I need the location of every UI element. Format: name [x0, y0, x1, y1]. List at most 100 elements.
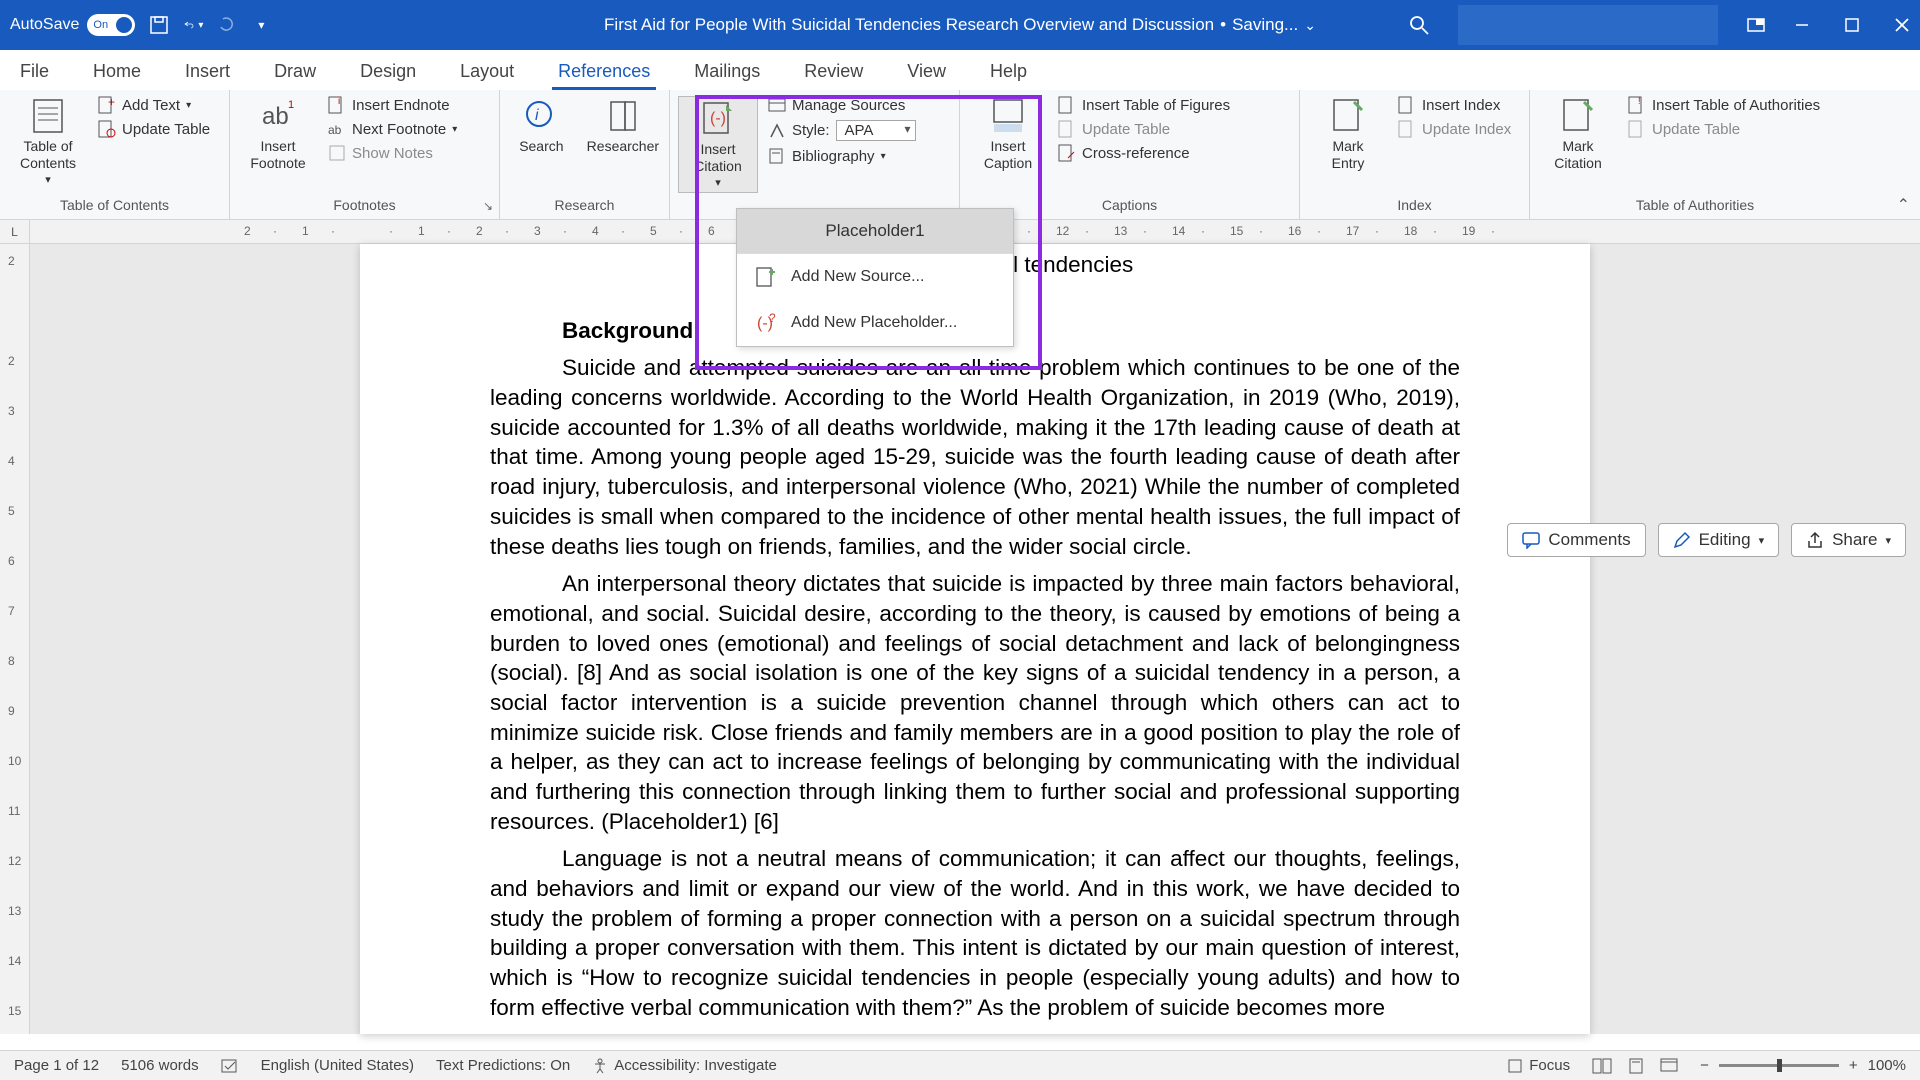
- tab-review[interactable]: Review: [798, 55, 869, 90]
- ribbon-display-icon[interactable]: [1746, 15, 1766, 35]
- collapse-ribbon-icon[interactable]: ⌃: [1897, 195, 1910, 215]
- add-new-source-item[interactable]: Add New Source...: [737, 254, 1013, 300]
- zoom-thumb[interactable]: [1777, 1059, 1782, 1072]
- tab-design[interactable]: Design: [354, 55, 422, 90]
- search-button[interactable]: i Search: [508, 96, 575, 155]
- style-icon: [768, 122, 786, 140]
- user-account[interactable]: [1458, 5, 1718, 45]
- tab-home[interactable]: Home: [87, 55, 147, 90]
- word-count[interactable]: 5106 words: [121, 1057, 199, 1074]
- chevron-down-icon[interactable]: ⌄: [1304, 17, 1316, 34]
- autosave-switch[interactable]: On: [87, 14, 135, 36]
- spellcheck-icon[interactable]: [221, 1057, 239, 1075]
- document-viewport[interactable]: First a de 1) suicidal tendencies Backgr…: [30, 244, 1920, 1034]
- document-title[interactable]: First Aid for People With Suicidal Tende…: [604, 15, 1316, 35]
- web-layout-icon[interactable]: [1660, 1058, 1678, 1074]
- editing-mode-button[interactable]: Editing ▾: [1658, 523, 1780, 557]
- show-notes-icon: [328, 144, 346, 162]
- tab-draw[interactable]: Draw: [268, 55, 322, 90]
- cross-reference-button[interactable]: Cross-reference: [1058, 144, 1230, 162]
- zoom-out-icon[interactable]: −: [1700, 1057, 1709, 1074]
- search-icon[interactable]: [1408, 14, 1430, 36]
- zoom-in-icon[interactable]: +: [1849, 1057, 1858, 1074]
- comment-icon: [1522, 531, 1540, 549]
- qat-customize-icon[interactable]: ▾: [251, 15, 271, 35]
- body-paragraph[interactable]: Suicide and attempted suicides are an al…: [490, 353, 1460, 561]
- update-icon: [1058, 120, 1076, 138]
- text-predictions-status[interactable]: Text Predictions: On: [436, 1057, 570, 1074]
- focus-mode-button[interactable]: Focus: [1507, 1057, 1570, 1074]
- maximize-icon[interactable]: [1844, 17, 1860, 33]
- insert-citation-menu: Placeholder1 Add New Source... (-)? Add …: [736, 208, 1014, 347]
- undo-icon[interactable]: ▾: [183, 15, 203, 35]
- body-paragraph[interactable]: Language is not a neutral means of commu…: [490, 844, 1460, 1022]
- tab-view[interactable]: View: [901, 55, 952, 90]
- next-footnote-button[interactable]: abNext Footnote▾: [328, 120, 457, 138]
- citation-placeholder-item[interactable]: Placeholder1: [737, 209, 1013, 253]
- tab-selector[interactable]: L: [0, 220, 30, 243]
- pencil-icon: [1673, 531, 1691, 549]
- mark-citation-button[interactable]: Mark Citation: [1538, 96, 1618, 172]
- group-label-toc: Table of Contents: [8, 195, 221, 217]
- page-count[interactable]: Page 1 of 12: [14, 1057, 99, 1074]
- update-toc-button[interactable]: Update Table: [98, 120, 210, 138]
- print-layout-icon[interactable]: [1628, 1058, 1644, 1074]
- researcher-button[interactable]: Researcher: [585, 96, 661, 155]
- autosave-toggle[interactable]: AutoSave On: [10, 14, 135, 36]
- share-icon: [1806, 531, 1824, 549]
- tab-mailings[interactable]: Mailings: [688, 55, 766, 90]
- references-ribbon: Table of Contents▾ +Add Text▾ Update Tab…: [0, 90, 1920, 220]
- svg-text:i: i: [338, 96, 340, 107]
- mark-citation-icon: [1558, 96, 1598, 136]
- footnotes-launcher-icon[interactable]: ↘: [483, 199, 493, 213]
- svg-text:ab: ab: [262, 103, 289, 130]
- tof-icon: [1058, 96, 1076, 114]
- close-icon[interactable]: [1894, 17, 1910, 33]
- table-of-contents-button[interactable]: Table of Contents▾: [8, 96, 88, 187]
- update-table-icon: [98, 120, 116, 138]
- add-text-button[interactable]: +Add Text▾: [98, 96, 210, 114]
- show-notes-button: Show Notes: [328, 144, 457, 162]
- mark-entry-button[interactable]: Mark Entry: [1308, 96, 1388, 172]
- tab-file[interactable]: File: [14, 55, 55, 90]
- tab-layout[interactable]: Layout: [454, 55, 520, 90]
- accessibility-icon: [592, 1058, 608, 1074]
- citation-style-select[interactable]: Style: APA: [768, 120, 916, 141]
- share-button[interactable]: Share ▾: [1791, 523, 1906, 557]
- body-paragraph[interactable]: An interpersonal theory dictates that su…: [490, 569, 1460, 836]
- insert-toa-button[interactable]: !Insert Table of Authorities: [1628, 96, 1820, 114]
- zoom-value[interactable]: 100%: [1868, 1057, 1906, 1074]
- accessibility-status[interactable]: Accessibility: Investigate: [592, 1057, 777, 1074]
- endnote-icon: i: [328, 96, 346, 114]
- document-page[interactable]: First a de 1) suicidal tendencies Backgr…: [360, 244, 1590, 1034]
- bibliography-button[interactable]: Bibliography▾: [768, 147, 916, 165]
- read-mode-icon[interactable]: [1592, 1058, 1612, 1074]
- save-icon[interactable]: [149, 15, 169, 35]
- insert-endnote-button[interactable]: iInsert Endnote: [328, 96, 457, 114]
- update-toa-button: Update Table: [1628, 120, 1820, 138]
- insert-caption-button[interactable]: Insert Caption: [968, 96, 1048, 172]
- language-status[interactable]: English (United States): [261, 1057, 414, 1074]
- add-new-placeholder-item[interactable]: (-)? Add New Placeholder...: [737, 300, 1013, 346]
- comments-button[interactable]: Comments: [1507, 523, 1645, 557]
- manage-sources-button[interactable]: Manage Sources: [768, 96, 916, 114]
- group-label-index: Index: [1308, 195, 1521, 217]
- insert-citation-button[interactable]: (-) Insert Citation▾: [678, 96, 758, 193]
- tab-references[interactable]: References: [552, 55, 656, 90]
- style-combo[interactable]: APA: [836, 120, 916, 141]
- minimize-icon[interactable]: [1794, 17, 1810, 33]
- insert-footnote-button[interactable]: ab1 Insert Footnote: [238, 96, 318, 172]
- tab-help[interactable]: Help: [984, 55, 1033, 90]
- insert-index-button[interactable]: Insert Index: [1398, 96, 1511, 114]
- svg-text:+: +: [108, 96, 115, 109]
- update-tof-button: Update Table: [1058, 120, 1230, 138]
- tab-insert[interactable]: Insert: [179, 55, 236, 90]
- vertical-ruler[interactable]: 223456789101112131415: [0, 244, 30, 1034]
- zoom-slider[interactable]: − + 100%: [1700, 1057, 1906, 1074]
- insert-table-of-figures-button[interactable]: Insert Table of Figures: [1058, 96, 1230, 114]
- zoom-track[interactable]: [1719, 1064, 1839, 1067]
- svg-text:ab: ab: [328, 123, 342, 137]
- ribbon-tabs: File Home Insert Draw Design Layout Refe…: [0, 50, 1920, 90]
- smart-lookup-icon: i: [521, 96, 561, 136]
- title-bar: AutoSave On ▾ ▾ First Aid for People Wit…: [0, 0, 1920, 50]
